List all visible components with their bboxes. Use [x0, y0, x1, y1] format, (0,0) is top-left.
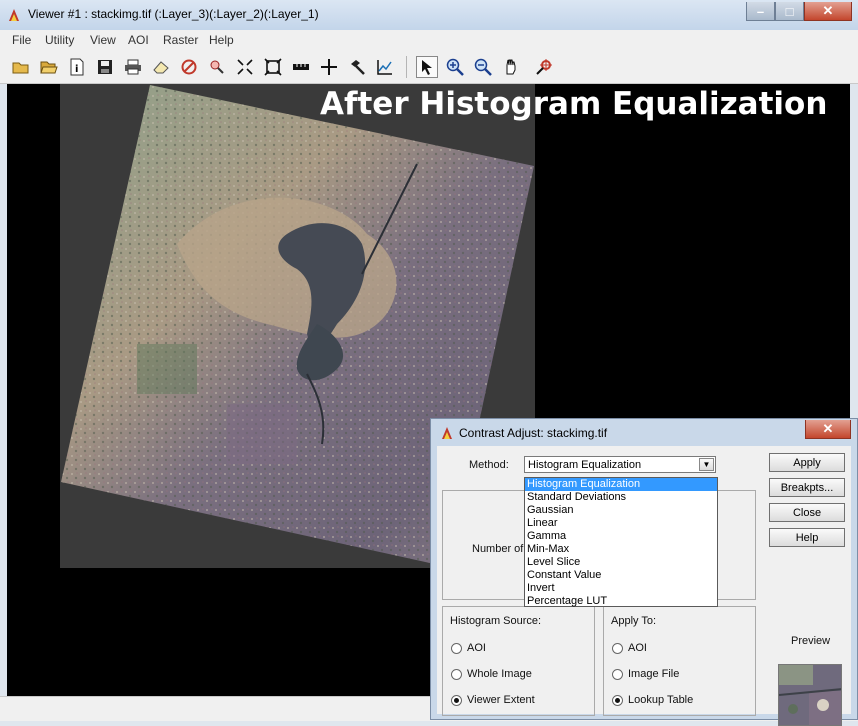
apply-to-label: Apply To: [611, 615, 657, 627]
zoom-fit-icon[interactable] [234, 56, 256, 78]
inquire-icon[interactable] [206, 56, 228, 78]
option-level-slice[interactable]: Level Slice [525, 556, 717, 569]
method-label: Method: [469, 459, 509, 471]
applyto-lookup-table-label[interactable]: Lookup Table [628, 694, 693, 706]
number-label: Number of [472, 543, 524, 555]
method-value: Histogram Equalization [528, 459, 642, 471]
dialog-close-button[interactable]: ✕ [805, 420, 851, 439]
no-entry-icon[interactable] [178, 56, 200, 78]
menu-aoi[interactable]: AOI [128, 33, 149, 47]
info-icon[interactable]: i [66, 56, 88, 78]
breakpts-button[interactable]: Breakpts... [769, 478, 845, 497]
window-titlebar[interactable]: Viewer #1 : stackimg.tif (:Layer_3)(:Lay… [0, 0, 858, 31]
menu-raster[interactable]: Raster [163, 33, 198, 47]
dialog-titlebar[interactable]: Contrast Adjust: stackimg.tif ✕ [431, 419, 857, 445]
contrast-adjust-dialog[interactable]: Contrast Adjust: stackimg.tif ✕ Method: … [430, 418, 858, 726]
method-dropdown-list[interactable]: Histogram Equalization Standard Deviatio… [524, 477, 718, 607]
histsrc-aoi-label[interactable]: AOI [467, 642, 486, 654]
dialog-title: Contrast Adjust: stackimg.tif [459, 426, 608, 440]
option-histogram-equalization[interactable]: Histogram Equalization [525, 478, 717, 491]
dialog-body: Method: Histogram Equalization ▼ Number … [437, 446, 851, 726]
minimize-button[interactable]: – [746, 2, 775, 21]
applyto-aoi-label[interactable]: AOI [628, 642, 647, 654]
measure-icon[interactable] [290, 56, 312, 78]
close-button[interactable]: ✕ [804, 2, 852, 21]
option-min-max[interactable]: Min-Max [525, 543, 717, 556]
menu-file[interactable]: File [12, 33, 31, 47]
overlay-title: After Histogram Equalization [320, 86, 828, 122]
maximize-button[interactable]: □ [775, 2, 804, 21]
pan-hand-icon[interactable] [500, 56, 522, 78]
print-icon[interactable] [122, 56, 144, 78]
dialog-close-action-button[interactable]: Close [769, 503, 845, 522]
inquire-cursor-icon[interactable] [533, 56, 555, 78]
hammer-icon[interactable] [346, 56, 368, 78]
open-icon[interactable] [10, 56, 32, 78]
app-flame-icon [9, 9, 19, 21]
method-select[interactable]: Histogram Equalization ▼ [524, 456, 716, 473]
histsrc-whole-image-label[interactable]: Whole Image [467, 668, 532, 680]
option-constant-value[interactable]: Constant Value [525, 569, 717, 582]
applyto-image-file-radio[interactable] [612, 669, 623, 680]
help-button[interactable]: Help [769, 528, 845, 547]
profile-icon[interactable] [374, 56, 396, 78]
apply-button[interactable]: Apply [769, 453, 845, 472]
applyto-image-file-label[interactable]: Image File [628, 668, 679, 680]
svg-text:i: i [75, 64, 78, 75]
pointer-icon[interactable] [416, 56, 438, 78]
menu-utility[interactable]: Utility [45, 33, 74, 47]
option-linear[interactable]: Linear [525, 517, 717, 530]
save-icon[interactable] [94, 56, 116, 78]
option-invert[interactable]: Invert [525, 582, 717, 595]
option-standard-deviations[interactable]: Standard Deviations [525, 491, 717, 504]
option-gaussian[interactable]: Gaussian [525, 504, 717, 517]
option-percentage-lut[interactable]: Percentage LUT [525, 595, 717, 608]
eraser-icon[interactable] [150, 56, 172, 78]
zoom-out-icon[interactable] [472, 56, 494, 78]
chevron-down-icon[interactable]: ▼ [699, 458, 714, 471]
zoom-in-icon[interactable] [444, 56, 466, 78]
apply-to-group: Apply To: AOI Image File Lookup Table [603, 606, 756, 716]
open-folder-icon[interactable] [38, 56, 60, 78]
option-gamma[interactable]: Gamma [525, 530, 717, 543]
crosshair-icon[interactable] [318, 56, 340, 78]
window-title: Viewer #1 : stackimg.tif (:Layer_3)(:Lay… [28, 7, 319, 21]
toolbar: i [0, 51, 858, 84]
dialog-flame-icon [442, 427, 452, 439]
menu-bar: File Utility View AOI Raster Help [0, 30, 858, 52]
histsrc-viewer-extent-label[interactable]: Viewer Extent [467, 694, 535, 706]
expand-icon[interactable] [262, 56, 284, 78]
menu-help[interactable]: Help [209, 33, 234, 47]
preview-label: Preview [791, 635, 831, 647]
histsrc-whole-image-radio[interactable] [451, 669, 462, 680]
histsrc-viewer-extent-radio[interactable] [451, 695, 462, 706]
applyto-aoi-radio[interactable] [612, 643, 623, 654]
applyto-lookup-table-radio[interactable] [612, 695, 623, 706]
histogram-source-label: Histogram Source: [450, 615, 542, 627]
preview-thumbnail [778, 664, 842, 726]
menu-view[interactable]: View [90, 33, 116, 47]
histogram-source-group: Histogram Source: AOI Whole Image Viewer… [442, 606, 595, 716]
histsrc-aoi-radio[interactable] [451, 643, 462, 654]
